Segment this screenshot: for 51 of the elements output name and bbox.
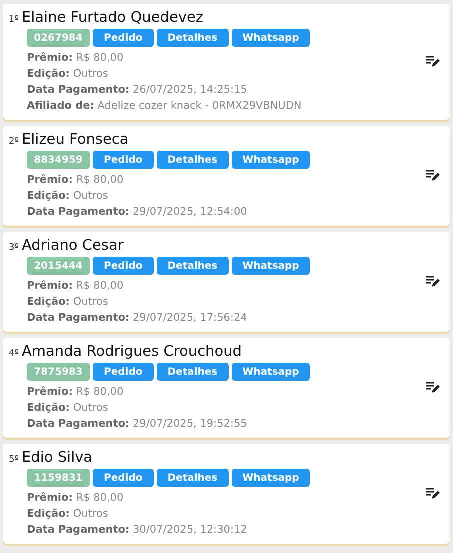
edit-list-icon[interactable] (426, 56, 440, 68)
action-button[interactable]: Detalhes (156, 257, 229, 275)
info-line: Edição: Outros (27, 401, 110, 416)
info-line: Data Pagamento: 30/07/2025, 12:30:12 (27, 523, 248, 538)
info-line: Edição: Outros (27, 189, 110, 204)
info-line: Data Pagamento: 29/07/2025, 17:56:24 (27, 311, 248, 326)
info-line: Prêmio: R$ 80,00 (27, 279, 125, 294)
action-button[interactable]: Detalhes (156, 151, 229, 169)
action-button[interactable]: Pedido (93, 363, 154, 381)
action-button[interactable]: Whatsapp (232, 469, 310, 487)
winner-name: Amanda Rodrigues Crouchoud (22, 344, 242, 360)
action-button[interactable]: Pedido (93, 257, 154, 275)
info-line: Edição: Outros (27, 67, 110, 82)
rank-number: 5º (9, 455, 19, 465)
winner-name: Elizeu Fonseca (22, 132, 129, 148)
info-line: Afiliado de: Adelize cozer knack - 0RMX29VBNUDN (27, 99, 303, 114)
rank-number: 3º (9, 243, 19, 253)
action-button[interactable]: Detalhes (156, 469, 229, 487)
rank-number: 2º (9, 137, 19, 147)
action-button[interactable]: Whatsapp (232, 151, 310, 169)
code-badge: 1159831 (27, 469, 90, 487)
info-line: Data Pagamento: 26/07/2025, 14:25:15 (27, 83, 248, 98)
code-badge: 8834959 (27, 151, 90, 169)
edit-list-icon[interactable] (426, 276, 440, 288)
action-button[interactable]: Detalhes (156, 29, 229, 47)
edit-list-icon[interactable] (426, 170, 440, 182)
info-line: Edição: Outros (27, 295, 110, 310)
code-badge: 7875983 (27, 363, 90, 381)
edit-list-icon[interactable] (426, 382, 440, 394)
winner-name: Edio Silva (22, 450, 93, 466)
rank-number: 4º (9, 349, 19, 359)
code-badge: 2015444 (27, 257, 90, 275)
action-button[interactable]: Pedido (93, 29, 154, 47)
edit-list-icon[interactable] (426, 488, 440, 500)
info-line: Prêmio: R$ 80,00 (27, 173, 125, 188)
info-line: Prêmio: R$ 80,00 (27, 51, 125, 66)
info-line: Data Pagamento: 29/07/2025, 19:52:55 (27, 417, 248, 432)
info-line: Edição: Outros (27, 507, 110, 522)
action-button[interactable]: Whatsapp (232, 29, 310, 47)
winner-name: Adriano Cesar (22, 238, 124, 254)
action-button[interactable]: Whatsapp (232, 257, 310, 275)
action-button[interactable]: Whatsapp (232, 363, 310, 381)
info-line: Prêmio: R$ 80,00 (27, 491, 125, 506)
action-button[interactable]: Detalhes (156, 363, 229, 381)
action-button[interactable]: Pedido (93, 469, 154, 487)
info-line: Prêmio: R$ 80,00 (27, 385, 125, 400)
info-line: Data Pagamento: 29/07/2025, 12:54:00 (27, 205, 248, 220)
action-button[interactable]: Pedido (93, 151, 154, 169)
winner-name: Elaine Furtado Quedevez (22, 10, 204, 26)
code-badge: 0267984 (27, 29, 90, 47)
rank-number: 1º (9, 15, 19, 25)
